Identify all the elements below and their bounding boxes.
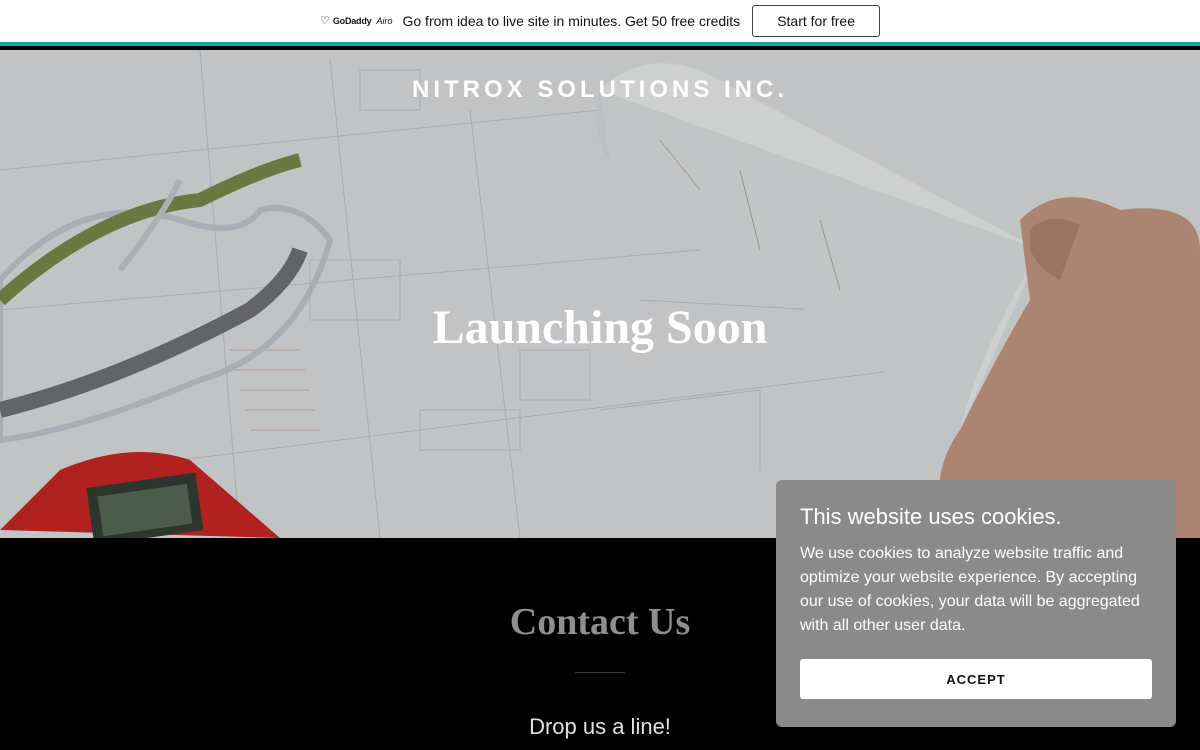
godaddy-logo: ♡ GoDaddy Airo [319,14,393,27]
accept-cookies-button[interactable]: ACCEPT [800,659,1152,699]
cookie-banner-body: We use cookies to analyze website traffi… [800,545,1140,634]
start-for-free-button[interactable]: Start for free [752,5,880,37]
promo-message: Go from idea to live site in minutes. Ge… [402,13,741,29]
logo-brand-text: GoDaddy [332,16,372,26]
promo-bar: ♡ GoDaddy Airo Go from idea to live site… [0,0,1200,46]
logo-product-text: Airo [376,16,393,26]
cookie-banner: This website uses cookies. We use cookie… [776,480,1176,727]
cookie-banner-title: This website uses cookies. [800,504,1062,529]
site-title[interactable]: NITROX SOLUTIONS INC. [0,76,1200,104]
hero-overlay [0,50,1200,538]
hero-heading: Launching Soon [432,301,768,354]
hero-section: NITROX SOLUTIONS INC. Launching Soon [0,50,1200,538]
godaddy-heart-icon: ♡ [319,14,330,27]
section-divider [575,672,625,673]
